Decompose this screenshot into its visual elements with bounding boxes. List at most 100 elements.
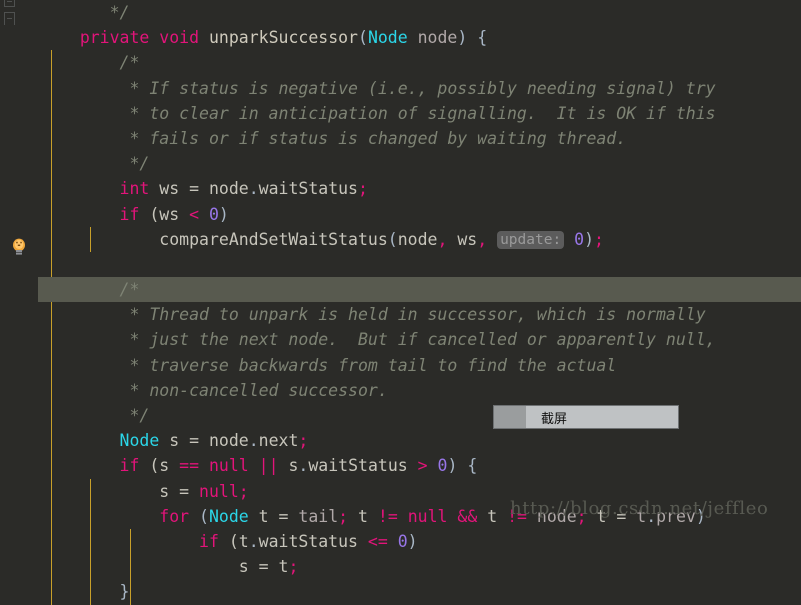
- code-line[interactable]: * just the next node. But if cancelled o…: [38, 327, 801, 353]
- code-token: s: [278, 456, 299, 476]
- indent-guide: [51, 302, 52, 328]
- bulb-glyph: [13, 238, 25, 255]
- code-line[interactable]: * traverse backwards from tail to find t…: [38, 352, 801, 378]
- code-token: !=: [377, 506, 398, 526]
- code-token: t: [477, 506, 508, 526]
- intention-bulb-icon[interactable]: [11, 238, 27, 256]
- code-line-text: if (ws < 0): [50, 205, 229, 224]
- code-line[interactable]: /*: [38, 50, 801, 76]
- screenshot-tooltip[interactable]: 截屏: [493, 405, 679, 429]
- code-line[interactable]: int ws = node.waitStatus;: [38, 176, 801, 202]
- code-fold-collapse-icon[interactable]: [4, 0, 15, 7]
- code-token: * just the next node. But if cancelled o…: [129, 330, 716, 350]
- code-token: if: [119, 204, 140, 224]
- code-token: ;: [238, 481, 249, 501]
- code-line[interactable]: * to clear in anticipation of signalling…: [38, 100, 801, 126]
- indent-guide: [51, 503, 52, 529]
- indent-guide: [51, 377, 52, 403]
- code-token: /*: [119, 53, 140, 73]
- code-line-text: * to clear in anticipation of signalling…: [50, 104, 715, 123]
- code-line[interactable]: */: [38, 0, 801, 25]
- code-token: null: [407, 506, 448, 526]
- code-line[interactable]: if (s == null || s.waitStatus > 0) {: [38, 453, 801, 479]
- code-token: waitStatus: [308, 456, 418, 476]
- code-token: null: [199, 481, 239, 501]
- indent-guide: [90, 554, 91, 580]
- editor-gutter[interactable]: [0, 0, 38, 530]
- code-token: 0: [574, 229, 585, 249]
- code-line[interactable]: [38, 251, 801, 278]
- code-token: waitStatus: [258, 531, 368, 551]
- code-token: * fails or if status is changed by waiti…: [129, 128, 627, 148]
- code-token: Node: [367, 28, 408, 48]
- indent-guide: [90, 579, 91, 605]
- code-token: ,: [477, 229, 488, 249]
- code-line[interactable]: compareAndSetWaitStatus(node, ws, update…: [38, 226, 801, 252]
- indent-guide: [90, 528, 91, 555]
- indent-guide: [51, 528, 52, 555]
- tooltip-swatch: [494, 406, 527, 428]
- code-fold-region-icon[interactable]: [4, 12, 15, 25]
- code-token: node: [417, 28, 458, 48]
- code-token: ) {: [457, 28, 488, 48]
- code-line-text: * Thread to unpark is held in successor,…: [50, 305, 705, 324]
- code-line[interactable]: */: [38, 403, 801, 429]
- code-token: compareAndSetWaitStatus: [159, 229, 388, 249]
- code-token: if: [199, 531, 219, 551]
- code-token: 0: [397, 531, 408, 551]
- code-token: int: [119, 179, 150, 199]
- code-line-text: * traverse backwards from tail to find t…: [50, 356, 616, 375]
- indent-guide: [51, 428, 52, 454]
- code-line[interactable]: if (ws < 0): [38, 201, 801, 227]
- code-line-text: s = t;: [50, 557, 299, 577]
- indent-guide: [51, 50, 52, 76]
- indent-guide: [51, 201, 52, 227]
- code-token: node: [199, 179, 249, 199]
- code-line[interactable]: Node s = node.next;: [38, 428, 801, 454]
- code-line-text: /*: [50, 280, 140, 299]
- code-token: <=: [367, 531, 388, 551]
- code-token: s: [159, 431, 190, 451]
- code-line[interactable]: if (t.waitStatus <= 0): [38, 528, 801, 555]
- code-line[interactable]: * non-cancelled successor.: [38, 377, 801, 403]
- code-token: ||: [258, 456, 279, 476]
- indent-guide: [130, 528, 131, 555]
- code-line[interactable]: * fails or if status is changed by waiti…: [38, 125, 801, 152]
- code-token: ,: [437, 229, 448, 249]
- indent-guide: [51, 125, 52, 152]
- code-line[interactable]: * If status is negative (i.e., possibly …: [38, 75, 801, 101]
- code-editor[interactable]: */ private void unparkSuccessor(Node nod…: [0, 0, 801, 605]
- code-line[interactable]: */: [38, 151, 801, 177]
- code-token: ): [407, 531, 418, 551]
- code-token: =: [278, 506, 289, 526]
- code-content[interactable]: */ private void unparkSuccessor(Node nod…: [38, 0, 801, 605]
- code-line[interactable]: * Thread to unpark is held in successor,…: [38, 302, 801, 328]
- code-token: ;: [288, 557, 299, 577]
- code-line-text: * just the next node. But if cancelled o…: [50, 330, 716, 350]
- code-line-text: */: [50, 406, 149, 425]
- code-line-text: */: [50, 154, 149, 173]
- code-line[interactable]: /*: [38, 277, 801, 303]
- code-token: (s: [139, 456, 180, 476]
- code-line[interactable]: s = t;: [38, 554, 801, 580]
- code-line-text: Node s = node.next;: [50, 431, 309, 451]
- code-line[interactable]: private void unparkSuccessor(Node node) …: [38, 25, 801, 50]
- code-line[interactable]: }: [38, 579, 801, 605]
